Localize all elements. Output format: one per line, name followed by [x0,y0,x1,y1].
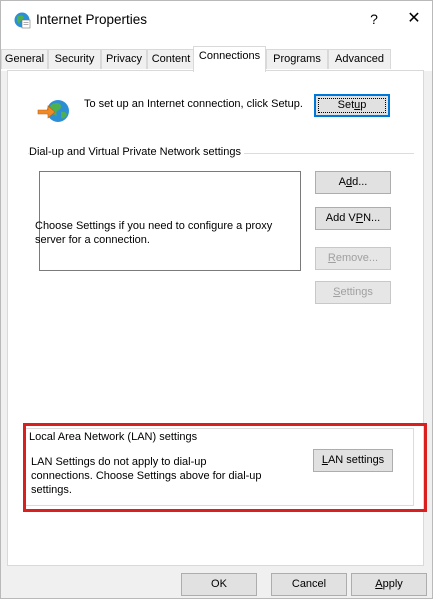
add-button[interactable]: Add... [315,171,391,194]
internet-properties-dialog: Internet Properties ? ✕ General Security… [0,0,433,599]
tab-privacy[interactable]: Privacy [101,49,147,69]
cancel-button[interactable]: Cancel [271,573,347,596]
ok-button[interactable]: OK [181,573,257,596]
tab-connections[interactable]: Connections [193,46,266,72]
connections-panel: To set up an Internet connection, click … [7,70,424,566]
internet-setup-icon [37,100,69,122]
lan-description: LAN Settings do not apply to dial-up con… [31,456,262,496]
tab-general[interactable]: General [1,49,48,69]
apply-button[interactable]: Apply [351,573,427,596]
tab-security[interactable]: Security [48,49,101,69]
remove-button[interactable]: Remove... [315,247,391,270]
title-bar: Internet Properties ? ✕ [1,1,432,37]
tab-content[interactable]: Content [147,49,195,69]
dialup-group-label: Dial-up and Virtual Private Network sett… [29,146,244,158]
window-title: Internet Properties [36,12,148,27]
help-button[interactable]: ? [359,7,389,31]
setup-description: To set up an Internet connection, click … [84,98,303,110]
setup-button[interactable]: Setup [314,94,390,117]
proxy-hint-text: Choose Settings if you need to configure… [35,220,273,246]
lan-settings-button[interactable]: LAN settings [313,449,393,472]
add-vpn-button[interactable]: Add VPN... [315,207,391,230]
tab-advanced[interactable]: Advanced [328,49,391,69]
settings-button[interactable]: Settings [315,281,391,304]
internet-globe-icon [14,12,31,29]
tab-programs[interactable]: Programs [266,49,328,69]
tab-strip: General Security Privacy Content Connect… [1,37,432,72]
lan-group-label: Local Area Network (LAN) settings [29,431,201,443]
close-button[interactable]: ✕ [399,7,429,31]
